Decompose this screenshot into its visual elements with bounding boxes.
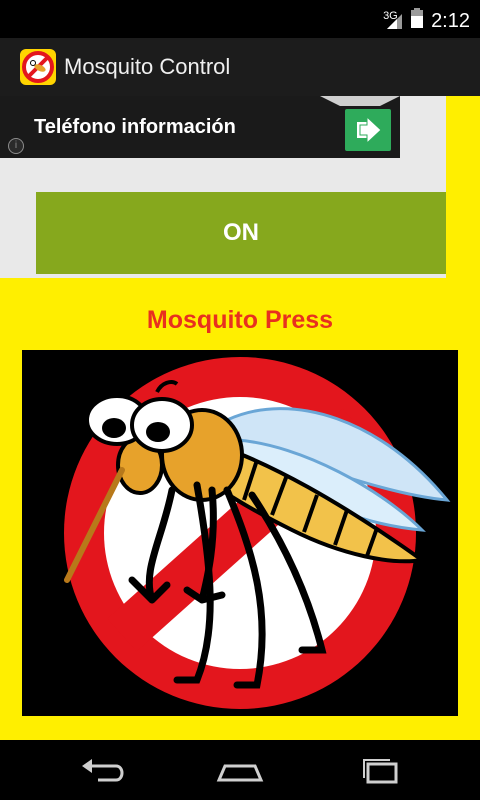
signal-icon: 3G (383, 10, 403, 30)
ad-area: Teléfono información i ON (0, 96, 446, 278)
action-bar: Mosquito Control (0, 38, 480, 96)
on-toggle-button[interactable]: ON (36, 192, 446, 274)
no-mosquito-sign (22, 350, 458, 716)
mosquito-press-image[interactable] (22, 350, 458, 716)
arrow-right-icon (357, 115, 382, 145)
ad-banner[interactable]: Teléfono información i (0, 96, 400, 158)
no-mosquito-icon[interactable] (20, 49, 56, 85)
ad-action-button[interactable] (345, 109, 391, 151)
network-type: 3G (383, 10, 398, 22)
battery-icon (411, 8, 424, 34)
ad-info-icon[interactable]: i (8, 138, 24, 154)
back-icon[interactable] (78, 754, 128, 788)
ad-text: Teléfono información (34, 116, 236, 138)
clock: 2:12 (431, 9, 470, 32)
navigation-bar (0, 740, 480, 800)
home-icon[interactable] (215, 754, 265, 788)
ad-corner-decoration (320, 96, 400, 106)
recents-icon[interactable] (356, 754, 406, 788)
main-content: Teléfono información i ON Mosquito Press (0, 96, 480, 740)
status-bar: 3G 2:12 (0, 0, 480, 38)
mosquito-press-label: Mosquito Press (146, 306, 334, 334)
app-title: Mosquito Control (64, 54, 231, 79)
